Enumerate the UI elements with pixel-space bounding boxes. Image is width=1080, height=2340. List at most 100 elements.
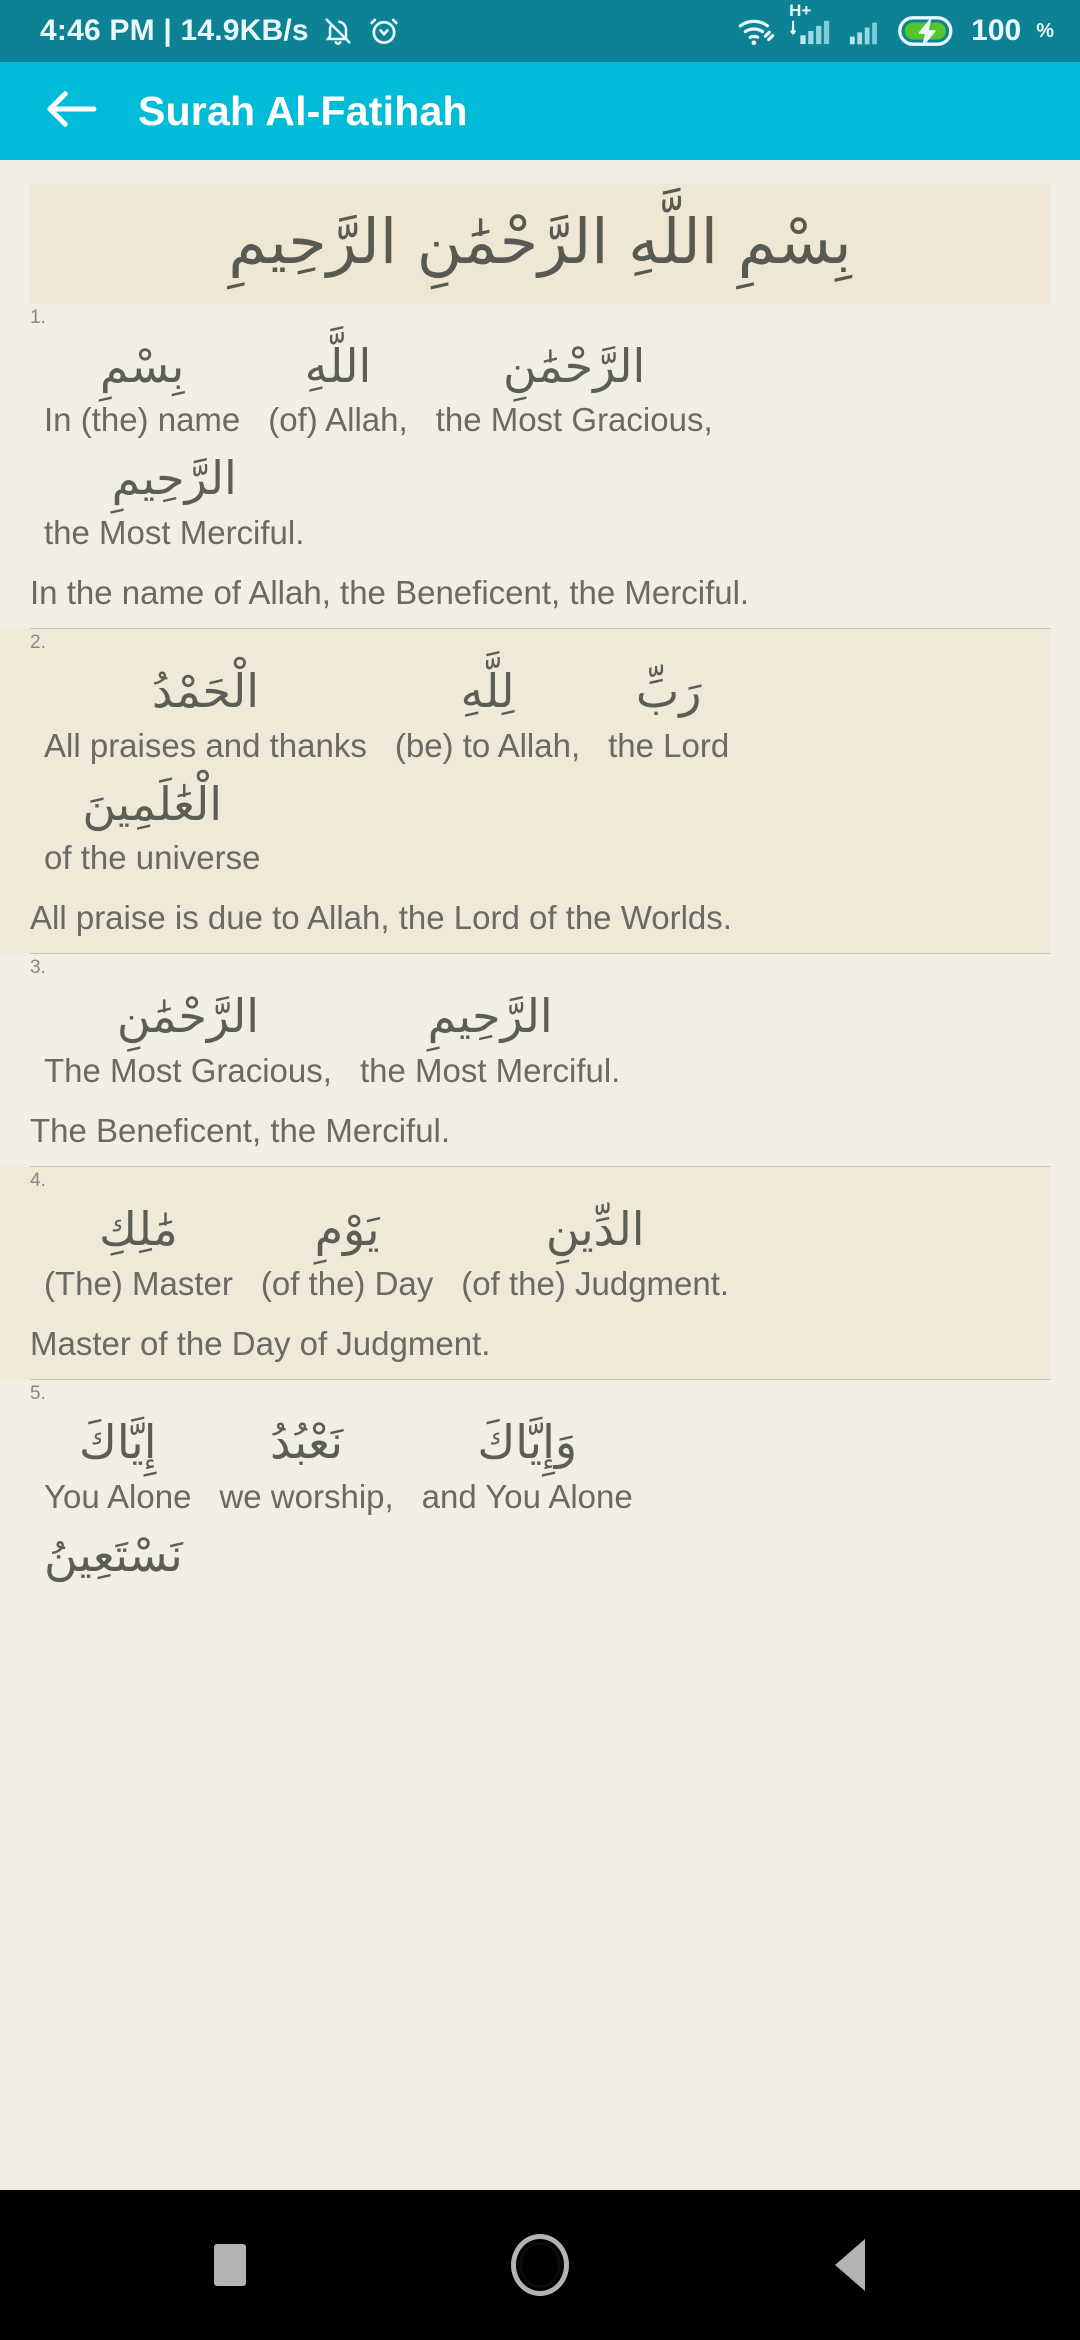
- circle-icon: [511, 2234, 569, 2296]
- word-english: we worship,: [219, 1477, 394, 1515]
- verse-translation: Master of the Day of Judgment.: [30, 1324, 491, 1362]
- bismillah-banner: بِسْمِ اللَّهِ الرَّحْمَٰنِ الرَّحِيمِ: [30, 184, 1050, 304]
- signal-icon-2: [847, 17, 885, 45]
- battery-percent-value: 100: [971, 14, 1022, 47]
- verse-block[interactable]: 5. إِيَّاكَ You Alone نَعْبُدُ we worship, وَ…: [0, 1380, 1080, 1598]
- word-english: All praises and thanks: [44, 726, 367, 764]
- android-navigation-bar: [0, 2190, 1080, 2340]
- word-arabic: لِلَّهِ: [460, 664, 515, 719]
- recents-button[interactable]: [175, 2210, 285, 2320]
- word-english: The Most Gracious,: [44, 1052, 332, 1090]
- status-bar-right: H+ 100 %: [737, 1, 1054, 48]
- square-icon: [214, 2244, 246, 2286]
- word-english: the Most Gracious,: [435, 401, 713, 439]
- word-english: the Most Merciful.: [359, 1052, 621, 1090]
- battery-charging-icon: [898, 14, 958, 48]
- verse-translation: In the name of Allah, the Beneficent, th…: [30, 574, 750, 612]
- word-pair[interactable]: الرَّحِيمِ the Most Merciful.: [30, 445, 318, 552]
- verse-translation: The Beneficent, the Merciful.: [30, 1112, 451, 1150]
- verse-number: 5.: [30, 1382, 46, 1404]
- back-navigation-button[interactable]: [30, 70, 112, 152]
- word-by-word-row: الْحَمْدُ All praises and thanks لِلَّهِ (b…: [30, 652, 1050, 765]
- word-english: You Alone: [44, 1477, 192, 1515]
- verse-number: 3.: [30, 957, 46, 979]
- word-pair[interactable]: لِلَّهِ (be) to Allah,: [381, 658, 594, 765]
- word-pair[interactable]: بِسْمِ In (the) name: [30, 333, 254, 440]
- word-english: In (the) name: [44, 401, 241, 439]
- word-arabic: اللَّهِ: [304, 338, 372, 393]
- verse-number: 1.: [30, 306, 46, 328]
- back-button[interactable]: [795, 2210, 905, 2320]
- status-bar-left: 4:46 PM | 14.9KB/s: [40, 14, 737, 48]
- word-by-word-row: الرَّحِيمِ the Most Merciful.: [30, 439, 1050, 552]
- word-by-word-row: نَسْتَعِينُ: [30, 1516, 1050, 1589]
- word-pair[interactable]: الرَّحْمَٰنِ The Most Gracious,: [30, 983, 346, 1090]
- verse-block[interactable]: 1. بِسْمِ In (the) name اللَّهِ (of) Allah, ا…: [0, 304, 1080, 628]
- word-pair[interactable]: الْحَمْدُ All praises and thanks: [30, 658, 381, 765]
- status-bar: 4:46 PM | 14.9KB/s H+ 100 %: [0, 0, 1080, 62]
- word-english: (of the) Day: [260, 1264, 434, 1302]
- word-by-word-row: الرَّحْمَٰنِ The Most Gracious, الرَّحِيمِ…: [30, 977, 1050, 1090]
- home-button[interactable]: [485, 2210, 595, 2320]
- word-arabic: مَٰلِكِ: [99, 1202, 178, 1257]
- wifi-icon: [737, 14, 777, 48]
- triangle-left-icon: [835, 2239, 865, 2291]
- word-english: (be) to Allah,: [394, 726, 581, 764]
- word-pair[interactable]: نَسْتَعِينُ: [30, 1522, 197, 1589]
- word-arabic: وَإِيَّاكَ: [477, 1414, 578, 1469]
- word-arabic: الرَّحْمَٰنِ: [116, 989, 260, 1044]
- word-arabic: نَعْبُدُ: [270, 1414, 344, 1469]
- word-arabic: رَبِّ: [635, 664, 702, 719]
- word-pair[interactable]: اللَّهِ (of) Allah,: [254, 333, 421, 440]
- verse-block[interactable]: 2. الْحَمْدُ All praises and thanks لِلَّهِ…: [0, 629, 1050, 954]
- surah-content-scroll[interactable]: بِسْمِ اللَّهِ الرَّحْمَٰنِ الرَّحِيمِ 1…: [0, 160, 1080, 2190]
- word-english: (of) Allah,: [268, 401, 408, 439]
- word-by-word-row: إِيَّاكَ You Alone نَعْبُدُ we worship, وَإِ…: [30, 1403, 1050, 1516]
- verse-number: 4.: [30, 1170, 46, 1192]
- word-english: the Most Merciful.: [44, 514, 305, 552]
- status-clock-and-netspeed: 4:46 PM | 14.9KB/s: [40, 14, 309, 47]
- word-pair[interactable]: وَإِيَّاكَ and You Alone: [408, 1409, 647, 1516]
- word-arabic: يَوْمِ: [314, 1202, 380, 1257]
- word-by-word-row: مَٰلِكِ (The) Master يَوْمِ (of the) Day الد…: [30, 1190, 1050, 1303]
- word-pair[interactable]: الدِّينِ (of the) Judgment.: [447, 1196, 743, 1303]
- word-pair[interactable]: الْعَٰلَمِينَ of the universe: [30, 771, 274, 878]
- network-type-label: H+: [789, 1, 812, 20]
- verse-block[interactable]: 4. مَٰلِكِ (The) Master يَوْمِ (of the) Day ا…: [0, 1167, 1050, 1379]
- word-arabic: نَسْتَعِينُ: [44, 1527, 183, 1582]
- word-english: of the universe: [44, 839, 261, 877]
- verse-number: 2.: [30, 632, 46, 654]
- word-english: the Lord: [608, 726, 730, 764]
- word-arabic: بِسْمِ: [99, 338, 185, 393]
- word-arabic: الرَّحِيمِ: [427, 989, 553, 1044]
- word-pair[interactable]: الرَّحِيمِ the Most Merciful.: [346, 983, 634, 1090]
- page-title: Surah Al-Fatihah: [138, 87, 468, 134]
- word-by-word-row: بِسْمِ In (the) name اللَّهِ (of) Allah, الر…: [30, 327, 1050, 440]
- word-english: (of the) Judgment.: [461, 1264, 730, 1302]
- word-arabic: الْحَمْدُ: [151, 664, 260, 719]
- word-arabic: الرَّحِيمِ: [111, 451, 237, 506]
- word-pair[interactable]: رَبِّ the Lord: [594, 658, 743, 765]
- word-pair[interactable]: نَعْبُدُ we worship,: [205, 1409, 407, 1516]
- word-pair[interactable]: إِيَّاكَ You Alone: [30, 1409, 205, 1516]
- alarm-clock-icon: [367, 14, 401, 48]
- verse-translation: All praise is due to Allah, the Lord of …: [30, 899, 732, 937]
- signal-icon: H+: [789, 1, 834, 47]
- verse-block[interactable]: 3. الرَّحْمَٰنِ The Most Gracious, الرَّحِي…: [0, 954, 1080, 1166]
- word-pair[interactable]: الرَّحْمَٰنِ the Most Gracious,: [422, 333, 727, 440]
- bell-muted-icon: [322, 14, 354, 48]
- word-by-word-row: الْعَٰلَمِينَ of the universe: [30, 765, 1050, 878]
- word-arabic: الْعَٰلَمِينَ: [82, 776, 223, 831]
- word-arabic: الدِّينِ: [545, 1202, 645, 1257]
- battery-percent-symbol: %: [1036, 19, 1054, 42]
- app-bar: Surah Al-Fatihah: [0, 62, 1080, 160]
- word-arabic: إِيَّاكَ: [78, 1414, 157, 1469]
- arrow-left-icon: [44, 88, 98, 135]
- bismillah-arabic-text: بِسْمِ اللَّهِ الرَّحْمَٰنِ الرَّحِيمِ: [228, 205, 852, 278]
- word-arabic: الرَّحْمَٰنِ: [503, 338, 646, 393]
- word-pair[interactable]: يَوْمِ (of the) Day: [247, 1196, 447, 1303]
- verse-list: 1. بِسْمِ In (the) name اللَّهِ (of) Allah, ا…: [0, 304, 1080, 1599]
- word-english: (The) Master: [44, 1264, 233, 1302]
- word-pair[interactable]: مَٰلِكِ (The) Master: [30, 1196, 247, 1303]
- word-english: and You Alone: [421, 1477, 633, 1515]
